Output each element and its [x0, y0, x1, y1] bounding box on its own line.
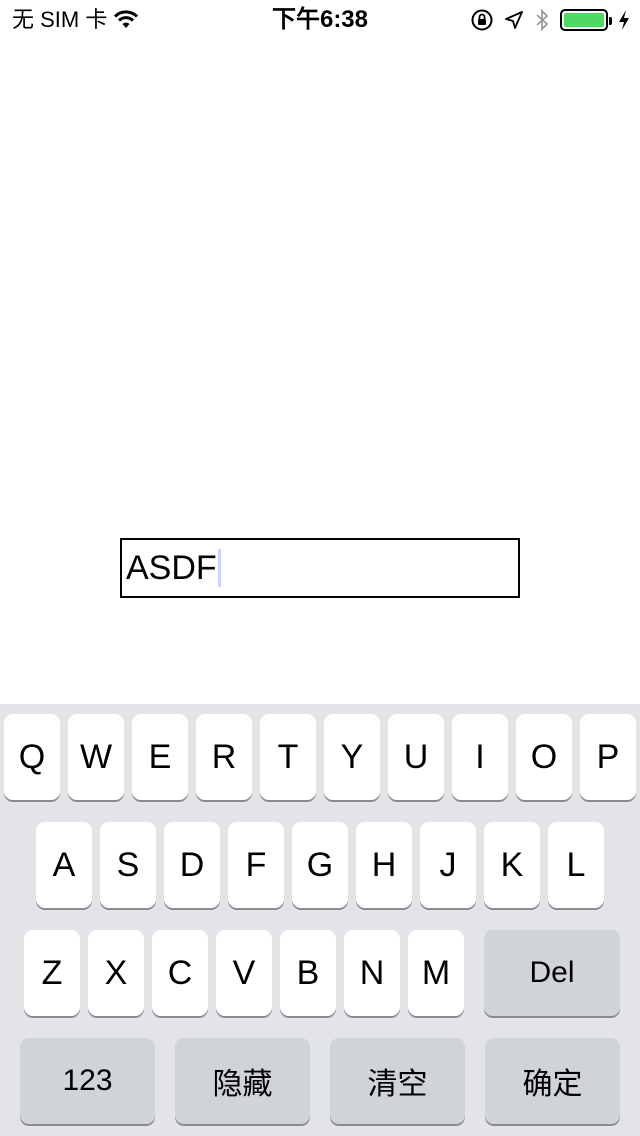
- hide-keyboard-key[interactable]: 隐藏: [175, 1038, 310, 1124]
- text-input-value: ASDF: [126, 549, 217, 587]
- location-arrow-icon: [505, 11, 523, 29]
- key-o[interactable]: O: [516, 714, 572, 800]
- battery-cap: [609, 17, 612, 25]
- key-k[interactable]: K: [484, 822, 540, 908]
- clear-key[interactable]: 清空: [330, 1038, 465, 1124]
- battery-icon: [560, 9, 612, 31]
- numbers-key[interactable]: 123: [20, 1038, 155, 1124]
- key-r[interactable]: R: [196, 714, 252, 800]
- key-q[interactable]: Q: [4, 714, 60, 800]
- key-i[interactable]: I: [452, 714, 508, 800]
- key-z[interactable]: Z: [24, 930, 80, 1016]
- text-cursor: [217, 549, 221, 587]
- key-y[interactable]: Y: [324, 714, 380, 800]
- key-n[interactable]: N: [344, 930, 400, 1016]
- key-t[interactable]: T: [260, 714, 316, 800]
- key-h[interactable]: H: [356, 822, 412, 908]
- key-p[interactable]: P: [580, 714, 636, 800]
- custom-keyboard: Q W E R T Y U I O P A S D F G H J K L Z …: [0, 704, 640, 1136]
- key-b[interactable]: B: [280, 930, 336, 1016]
- key-v[interactable]: V: [216, 930, 272, 1016]
- text-input[interactable]: ASDF: [120, 538, 520, 598]
- key-u[interactable]: U: [388, 714, 444, 800]
- key-j[interactable]: J: [420, 822, 476, 908]
- status-bar: 无 SIM 卡 下午6:38: [0, 0, 640, 40]
- bluetooth-icon: [536, 8, 549, 32]
- delete-key[interactable]: Del: [484, 930, 620, 1016]
- key-x[interactable]: X: [88, 930, 144, 1016]
- key-s[interactable]: S: [100, 822, 156, 908]
- key-m[interactable]: M: [408, 930, 464, 1016]
- status-icons: [470, 6, 630, 34]
- key-w[interactable]: W: [68, 714, 124, 800]
- charging-bolt-icon: [619, 10, 629, 30]
- key-l[interactable]: L: [548, 822, 604, 908]
- battery-level: [564, 13, 604, 27]
- key-c[interactable]: C: [152, 930, 208, 1016]
- confirm-key[interactable]: 确定: [485, 1038, 620, 1124]
- key-f[interactable]: F: [228, 822, 284, 908]
- key-d[interactable]: D: [164, 822, 220, 908]
- key-g[interactable]: G: [292, 822, 348, 908]
- key-e[interactable]: E: [132, 714, 188, 800]
- key-a[interactable]: A: [36, 822, 92, 908]
- rotation-lock-icon: [471, 9, 493, 31]
